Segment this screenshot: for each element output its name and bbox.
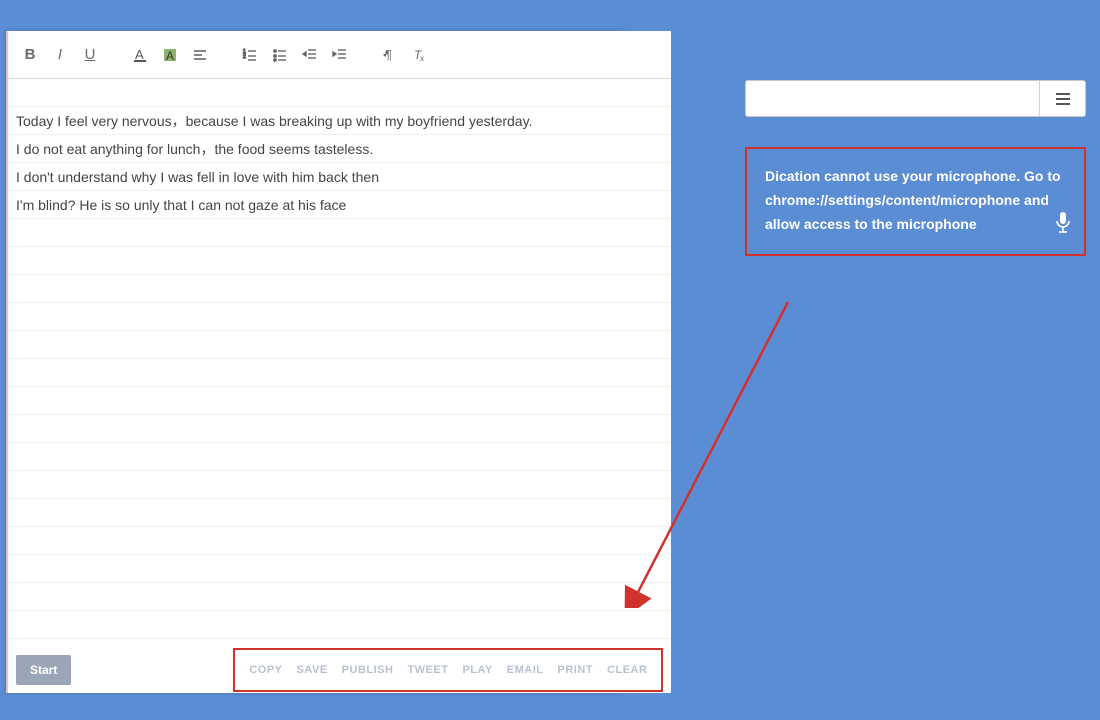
notebook-margin bbox=[6, 31, 7, 693]
copy-button[interactable]: COPY bbox=[249, 664, 282, 676]
error-message: Dication cannot use your microphone. Go … bbox=[765, 168, 1061, 232]
highlight-button[interactable]: A bbox=[156, 41, 184, 69]
text-line[interactable]: Today I feel very nervous，because I was … bbox=[8, 107, 671, 135]
text-content: Today I feel very nervous，because I was … bbox=[8, 79, 671, 219]
editor-body: B I U A A 12 bbox=[8, 31, 671, 693]
save-button[interactable]: SAVE bbox=[297, 664, 328, 676]
search-bar bbox=[745, 80, 1086, 117]
microphone-icon bbox=[1054, 211, 1072, 243]
italic-button[interactable]: I bbox=[46, 41, 74, 69]
ordered-list-button[interactable]: 12 bbox=[236, 41, 264, 69]
menu-button[interactable] bbox=[1039, 81, 1085, 116]
indent-button[interactable] bbox=[326, 41, 354, 69]
align-button[interactable] bbox=[186, 41, 214, 69]
bold-button[interactable]: B bbox=[16, 41, 44, 69]
rtl-button[interactable]: ¶ bbox=[376, 41, 404, 69]
svg-text:A: A bbox=[166, 49, 174, 63]
svg-text:2: 2 bbox=[243, 54, 246, 60]
text-line[interactable]: I'm blind? He is so unly that I can not … bbox=[8, 191, 671, 219]
font-color-button[interactable]: A bbox=[126, 41, 154, 69]
microphone-error: Dication cannot use your microphone. Go … bbox=[745, 147, 1086, 256]
outdent-button[interactable] bbox=[296, 41, 324, 69]
editor-bottom-bar: Start COPY SAVE PUBLISH TWEET PLAY EMAIL… bbox=[8, 647, 671, 693]
text-line[interactable]: I do not eat anything for lunch，the food… bbox=[8, 135, 671, 163]
tweet-button[interactable]: TWEET bbox=[407, 664, 448, 676]
svg-text:¶: ¶ bbox=[385, 47, 392, 62]
underline-button[interactable]: U bbox=[76, 41, 104, 69]
start-button[interactable]: Start bbox=[16, 655, 71, 685]
publish-button[interactable]: PUBLISH bbox=[342, 664, 394, 676]
clear-format-button[interactable]: Tx bbox=[406, 41, 434, 69]
editor-toolbar: B I U A A 12 bbox=[8, 31, 671, 79]
right-panel: Dication cannot use your microphone. Go … bbox=[745, 80, 1086, 256]
svg-text:x: x bbox=[420, 54, 424, 63]
text-line[interactable]: I don't understand why I was fell in lov… bbox=[8, 163, 671, 191]
email-button[interactable]: EMAIL bbox=[507, 664, 544, 676]
print-button[interactable]: PRINT bbox=[558, 664, 594, 676]
unordered-list-button[interactable] bbox=[266, 41, 294, 69]
svg-text:A: A bbox=[135, 47, 144, 62]
play-button[interactable]: PLAY bbox=[462, 664, 492, 676]
clear-button[interactable]: CLEAR bbox=[607, 664, 647, 676]
editor-panel: B I U A A 12 bbox=[6, 31, 624, 693]
hamburger-icon bbox=[1053, 89, 1073, 109]
editor-content[interactable]: Today I feel very nervous，because I was … bbox=[8, 79, 671, 647]
action-toolbar: COPY SAVE PUBLISH TWEET PLAY EMAIL PRINT… bbox=[233, 648, 663, 692]
search-input[interactable] bbox=[746, 81, 1039, 116]
